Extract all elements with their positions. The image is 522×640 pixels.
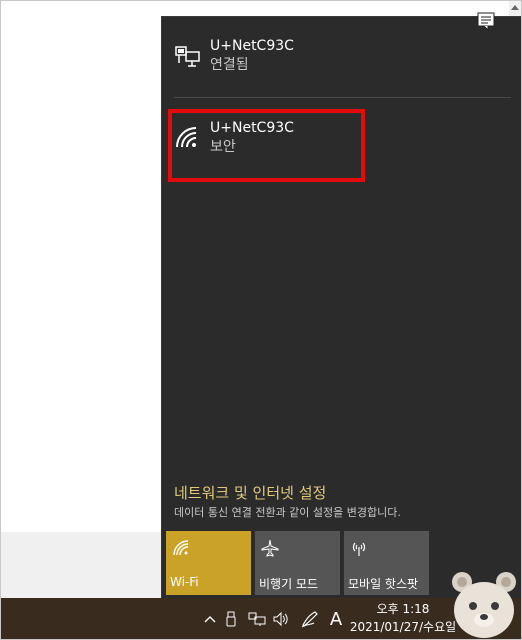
volume-icon[interactable] bbox=[270, 598, 292, 640]
ethernet-icon bbox=[175, 46, 200, 67]
network-settings-description: 데이터 통신 연결 전환과 같이 설정을 변경합니다. bbox=[174, 506, 401, 519]
network-settings-link[interactable]: 네트워크 및 인터넷 설정 bbox=[174, 482, 326, 503]
taskbar: A 오후 1:18 2021/01/27/수요일 bbox=[0, 598, 522, 640]
wifi-toggle-button[interactable]: Wi-Fi bbox=[166, 531, 251, 595]
connected-network-status: 연결됨 bbox=[210, 57, 249, 73]
mobile-hotspot-label: 모바일 핫스팟 bbox=[348, 577, 419, 591]
hotspot-icon bbox=[352, 542, 366, 556]
pen-icon[interactable] bbox=[298, 598, 322, 640]
input-indicator[interactable]: A bbox=[326, 598, 346, 640]
clock-date: 2021/01/27/수요일 bbox=[349, 620, 457, 634]
wifi-icon bbox=[173, 540, 189, 556]
clock-time: 오후 1:18 bbox=[376, 602, 430, 616]
scrollbar-up-arrow[interactable] bbox=[509, 0, 521, 16]
clock[interactable]: 오후 1:18 2021/01/27/수요일 bbox=[344, 600, 462, 638]
connected-network-item[interactable]: U+NetC93C 연결됨 bbox=[162, 35, 521, 95]
network-flyout: U+NetC93C 연결됨 U+NetC93C 보안 네트워크 및 인터넷 설정… bbox=[161, 16, 522, 598]
mascot-watermark bbox=[452, 572, 516, 638]
airplane-mode-button[interactable]: 비행기 모드 bbox=[255, 531, 340, 595]
network-icon[interactable] bbox=[246, 598, 268, 640]
background-panel bbox=[0, 532, 162, 598]
mobile-hotspot-button[interactable]: 모바일 핫스팟 bbox=[344, 531, 429, 595]
usb-drive-icon[interactable] bbox=[222, 598, 240, 640]
chevron-up-icon[interactable] bbox=[200, 598, 220, 640]
highlight-box bbox=[168, 109, 365, 182]
divider bbox=[174, 97, 511, 98]
airplane-icon bbox=[261, 539, 279, 557]
connected-network-name: U+NetC93C bbox=[210, 38, 294, 54]
notification-icon[interactable] bbox=[476, 8, 496, 34]
wifi-toggle-label: Wi-Fi bbox=[170, 575, 199, 589]
airplane-mode-label: 비행기 모드 bbox=[259, 577, 319, 591]
